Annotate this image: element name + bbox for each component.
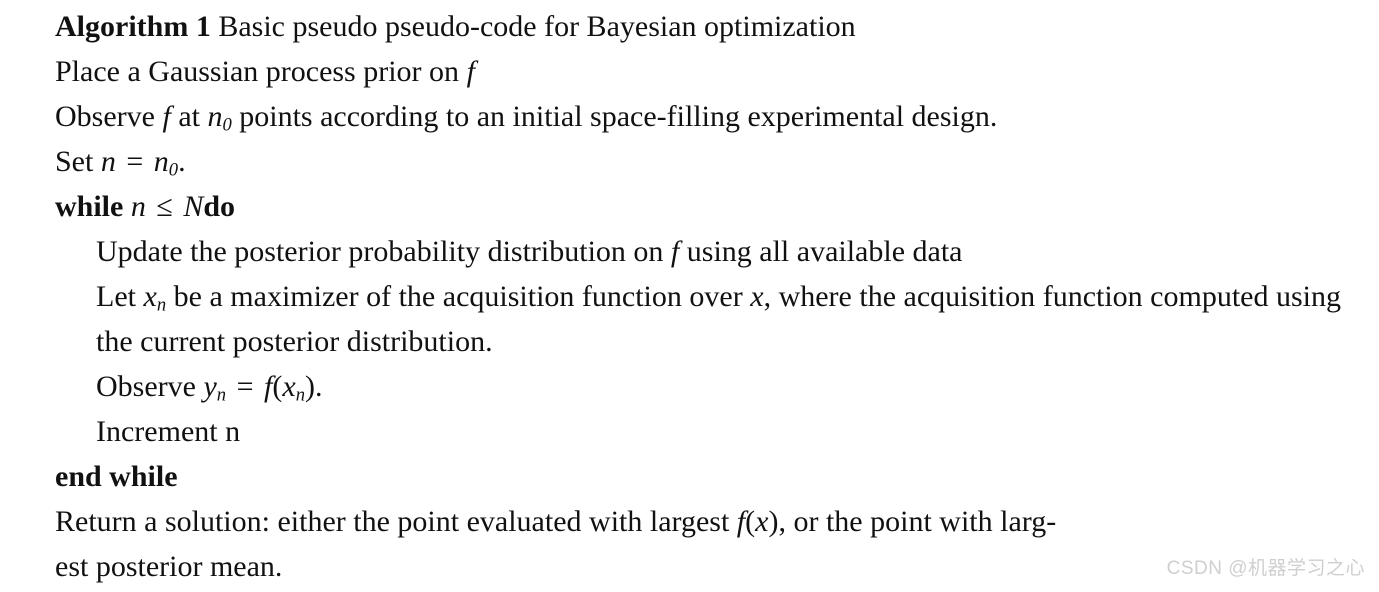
paren-close: ) [768,505,779,538]
comma: , [763,280,772,313]
algorithm-number-label: Algorithm 1 [55,10,211,43]
keyword-while: while [55,190,124,223]
algorithm-line-observe-yn: Observe yn = f(xn). [96,364,1341,409]
math-var-n: n [207,100,223,133]
paren-close: ) [304,370,315,403]
algorithm-line-return-solution-cont: est posterior mean. [55,544,1341,589]
math-subscript-n: n [156,294,167,316]
line-text-tail: est posterior mean. [55,550,283,583]
math-var-x: x [282,370,296,403]
line-text: Place a Gaussian process prior on [55,55,460,88]
line-text-lead: Set [55,145,94,178]
math-var-n: n [153,145,169,178]
line-text-lead: Update the posterior probability distrib… [96,235,664,268]
algorithm-line-while-header: while n ≤ Ndo [55,184,1341,229]
math-expr-f-of-xn: f(xn). [264,370,323,406]
math-expr-yn: yn [203,370,227,406]
algorithm-line-update-posterior: Update the posterior probability distrib… [96,229,1341,274]
math-subscript-n: n [295,384,305,406]
math-var-f: f [162,100,171,133]
period: . [314,370,323,403]
math-expr-f-of-x: f(x), [737,505,786,538]
algorithm-line-let-xn-maximizer: Let xn be a maximizer of the acquisition… [96,274,1341,364]
math-subscript-0: 0 [168,159,179,181]
line-text-tail: using all available data [686,235,963,268]
math-var-N: N [183,190,204,223]
keyword-end-while: end while [55,460,178,493]
algorithm-line-increment-n: Increment n [96,409,1341,454]
math-expr-N-do: Ndo [183,190,235,223]
csdn-watermark: CSDN @机器学习之心 [1166,558,1365,579]
math-operator-equals: = [126,145,144,178]
line-text-lead: Return a solution: either the point eval… [55,505,730,538]
line-text-mid: be a maximizer of the acquisition functi… [173,280,743,313]
math-operator-leq: ≤ [156,190,173,223]
math-var-f: f [466,55,475,88]
math-var-x: x [755,505,769,538]
algorithm-line-observe-initial: Observe f at n0 points according to an i… [55,94,1341,139]
math-operator-equals: = [236,370,254,403]
algorithm-title: Basic pseudo pseudo-code for Bayesian op… [218,10,856,43]
math-var-n: n [130,190,146,223]
comma: , [778,505,786,538]
algorithm-block: Algorithm 1 Basic pseudo pseudo-code for… [55,4,1341,589]
period: . [178,145,186,178]
algorithm-line-end-while: end while [55,454,1341,499]
math-expr-n0: n0 [207,100,232,136]
algorithm-line-place-prior: Place a Gaussian process prior on f [55,49,1341,94]
line-text-lead: Let [96,280,136,313]
paren-open: ( [272,370,283,403]
algorithm-line-set-n: Set n = n0. [55,139,1341,184]
line-text-tail: points according to an initial space-fil… [239,100,998,133]
math-var-f: f [736,505,746,538]
math-var-f: f [670,235,680,268]
keyword-do: do [203,190,236,223]
line-text: Increment n [96,415,241,448]
math-subscript-0: 0 [222,114,232,136]
algorithm-header: Algorithm 1 Basic pseudo pseudo-code for… [55,4,1341,49]
line-text-lead: Observe [96,370,196,403]
math-var-x: x [750,280,764,313]
line-text-lead: Observe [55,100,155,133]
math-expr-x: x, [750,280,771,313]
math-subscript-n: n [216,384,227,406]
math-expr-n0: n0. [153,145,186,181]
paren-open: ( [745,505,756,538]
line-text-at: at [178,100,200,133]
math-var-n: n [100,145,116,178]
math-expr-xn: xn [143,280,167,316]
line-text-mid: or the point with larg- [793,505,1057,538]
math-var-x: x [143,280,157,313]
math-var-y: y [203,370,217,403]
algorithm-line-return-solution: Return a solution: either the point eval… [55,499,1341,544]
